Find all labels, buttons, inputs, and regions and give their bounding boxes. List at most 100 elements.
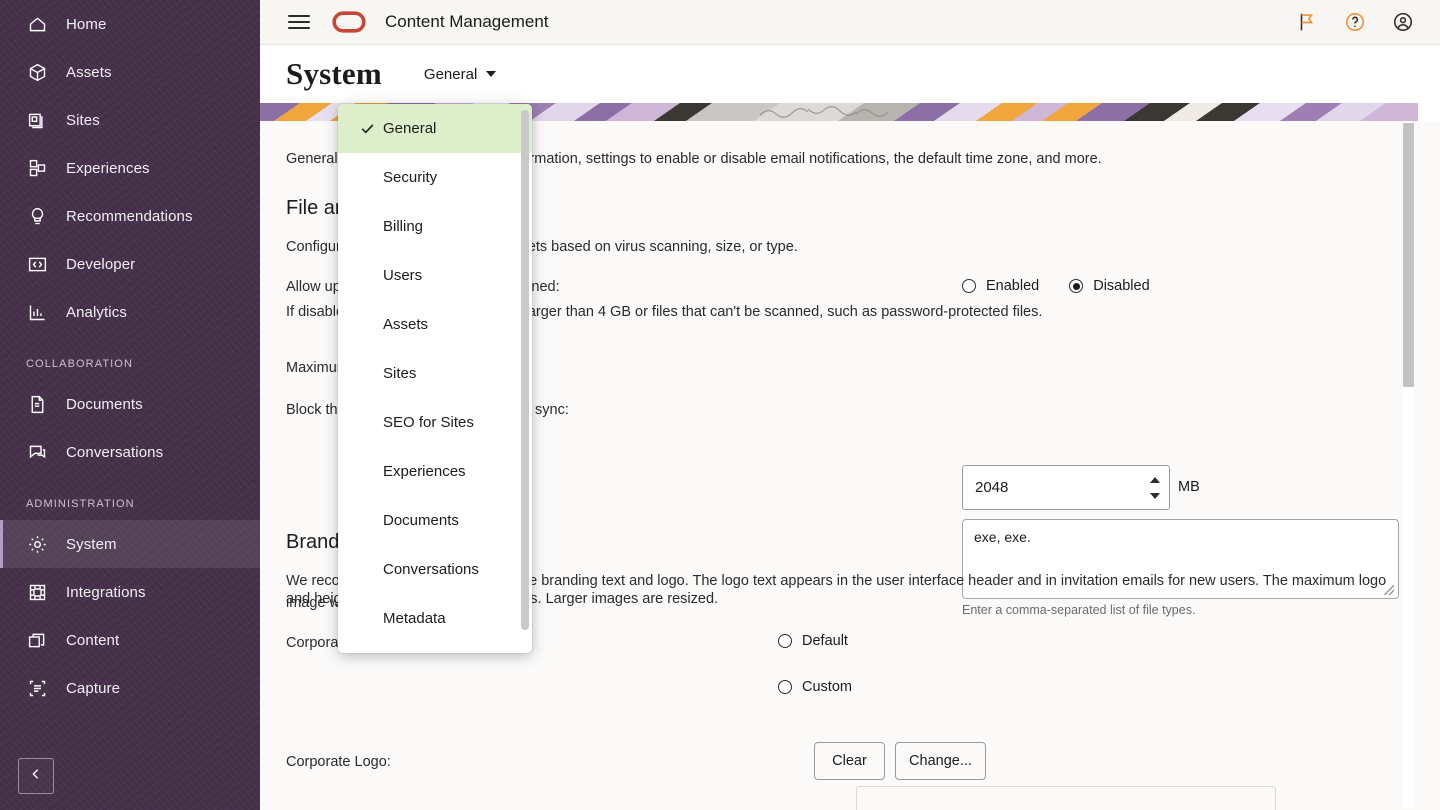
- top-header: Content Management: [260, 0, 1440, 45]
- dropdown-item-label: General: [383, 120, 437, 137]
- radio-option-default[interactable]: Default: [778, 633, 848, 649]
- radio-option-disabled[interactable]: Disabled: [1069, 278, 1150, 294]
- sidebar-item-developer[interactable]: Developer: [0, 240, 260, 288]
- max-file-size-stepper[interactable]: 2048: [962, 465, 1170, 510]
- dropdown-item-metadata[interactable]: Metadata: [338, 594, 532, 643]
- dropdown-item-security[interactable]: Security: [338, 153, 532, 202]
- scrollbar-thumb[interactable]: [1403, 123, 1414, 387]
- header-actions: [1296, 11, 1414, 33]
- view-selector-button[interactable]: General: [423, 65, 497, 83]
- sidebar-item-conversations[interactable]: Conversations: [0, 428, 260, 476]
- sidebar-item-analytics[interactable]: Analytics: [0, 288, 260, 336]
- hamburger-icon[interactable]: [288, 11, 310, 33]
- content-scrollbar[interactable]: [1403, 123, 1414, 808]
- dropdown-item-assets[interactable]: Assets: [338, 300, 532, 349]
- content-icon: [26, 629, 48, 651]
- check-icon: [358, 120, 377, 137]
- virus-scan-radio-group: Enabled Disabled: [962, 278, 1150, 294]
- sidebar-item-assets[interactable]: Assets: [0, 48, 260, 96]
- capture-icon: [26, 677, 48, 699]
- conversations-icon: [26, 441, 48, 463]
- sidebar-item-label: Experiences: [66, 159, 150, 177]
- stepper-increment-icon[interactable]: [1150, 476, 1160, 483]
- cube-icon: [26, 61, 48, 83]
- flag-icon[interactable]: [1296, 11, 1318, 33]
- puzzle-icon: [26, 581, 48, 603]
- home-icon: [26, 13, 48, 35]
- sidebar-item-home[interactable]: Home: [0, 0, 260, 48]
- sidebar-item-label: Home: [66, 15, 107, 33]
- dropdown-scrollbar-thumb[interactable]: [521, 110, 529, 630]
- dropdown-item-general[interactable]: General: [338, 104, 532, 153]
- dropdown-item-conversations[interactable]: Conversations: [338, 545, 532, 594]
- app-title: Content Management: [385, 12, 549, 31]
- dropdown-item-label: Billing: [383, 218, 424, 235]
- view-selector-dropdown[interactable]: General Security Billing Users Assets Si…: [338, 104, 532, 653]
- sidebar-item-capture[interactable]: Capture: [0, 664, 260, 712]
- sidebar-group-administration: ADMINISTRATION: [26, 498, 135, 510]
- radio-label: Default: [802, 633, 848, 649]
- dropdown-item-documents[interactable]: Documents: [338, 496, 532, 545]
- radio-mark-selected: [1069, 279, 1084, 293]
- dropdown-item-billing[interactable]: Billing: [338, 202, 532, 251]
- radio-mark: [962, 279, 976, 293]
- dropdown-item-experiences[interactable]: Experiences: [338, 447, 532, 496]
- corporate-name-default-option: Default: [778, 633, 848, 649]
- sidebar-item-content[interactable]: Content: [0, 616, 260, 664]
- radio-label: Custom: [802, 679, 852, 695]
- analytics-icon: [26, 301, 48, 323]
- dropdown-item-label: Sites: [383, 365, 417, 382]
- sidebar-item-integrations[interactable]: Integrations: [0, 568, 260, 616]
- sidebar-item-documents[interactable]: Documents: [0, 380, 260, 428]
- corporate-name-custom-input[interactable]: [856, 786, 1276, 810]
- dropdown-item-label: Security: [383, 169, 438, 186]
- help-icon[interactable]: [1344, 11, 1366, 33]
- sidebar-item-label: Documents: [66, 395, 143, 413]
- stepper-controls[interactable]: [1150, 476, 1160, 499]
- radio-mark: [778, 634, 792, 648]
- radio-mark: [778, 680, 792, 694]
- chevron-left-icon: [28, 766, 44, 787]
- sidebar-item-experiences[interactable]: Experiences: [0, 144, 260, 192]
- sidebar-item-label: Sites: [66, 111, 100, 129]
- clear-logo-button[interactable]: Clear: [814, 742, 885, 780]
- sidebar-item-label: Analytics: [66, 303, 127, 321]
- change-logo-button[interactable]: Change...: [895, 742, 986, 780]
- dropdown-item-users[interactable]: Users: [338, 251, 532, 300]
- application-root: Home Assets Sites Experiences Recommenda: [0, 0, 1440, 810]
- dropdown-item-seo-for-sites[interactable]: SEO for Sites: [338, 398, 532, 447]
- stepper-decrement-icon[interactable]: [1150, 492, 1160, 499]
- radio-option-enabled[interactable]: Enabled: [962, 278, 1039, 294]
- sidebar-item-label: System: [66, 535, 117, 553]
- dropdown-item-label: SEO for Sites: [383, 414, 474, 431]
- sidebar-collapse-button[interactable]: [18, 758, 54, 794]
- sidebar-item-sites[interactable]: Sites: [0, 96, 260, 144]
- radio-option-custom[interactable]: Custom: [778, 679, 852, 695]
- corporate-logo-label: Corporate Logo:: [286, 754, 391, 770]
- sites-icon: [26, 109, 48, 131]
- dropdown-item-label: Users: [383, 267, 423, 284]
- sidebar-group-collaboration: COLLABORATION: [26, 358, 134, 370]
- corporate-name-custom-option: Custom: [778, 679, 852, 695]
- dropdown-scrollbar[interactable]: [521, 110, 529, 648]
- dropdown-item-sites[interactable]: Sites: [338, 349, 532, 398]
- dropdown-item-label: Conversations: [383, 561, 479, 578]
- sidebar-item-label: Conversations: [66, 443, 164, 461]
- code-icon: [26, 253, 48, 275]
- experiences-icon: [26, 157, 48, 179]
- oracle-logo-icon[interactable]: [332, 11, 366, 33]
- chevron-down-icon: [486, 71, 497, 77]
- dropdown-item-label: Assets: [383, 316, 429, 333]
- gear-icon: [26, 533, 48, 555]
- sidebar-item-label: Assets: [66, 63, 112, 81]
- sidebar-item-recommendations[interactable]: Recommendations: [0, 192, 260, 240]
- account-icon[interactable]: [1392, 11, 1414, 33]
- sidebar-item-system[interactable]: System: [0, 520, 260, 568]
- dropdown-item-label: Experiences: [383, 463, 466, 480]
- dropdown-item-label: Metadata: [383, 610, 446, 627]
- view-selector-label: General: [423, 65, 478, 83]
- sidebar-item-label: Integrations: [66, 583, 146, 601]
- radio-label: Disabled: [1093, 278, 1150, 294]
- main-sidebar: Home Assets Sites Experiences Recommenda: [0, 0, 260, 810]
- sidebar-item-label: Capture: [66, 679, 121, 697]
